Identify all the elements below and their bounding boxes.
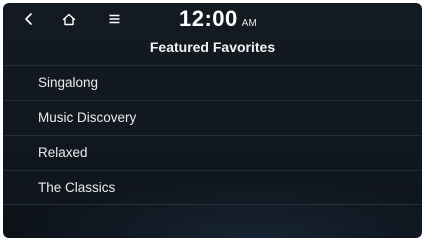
home-icon bbox=[62, 13, 76, 26]
clock-ampm: AM bbox=[241, 18, 257, 29]
list-item-label: Relaxed bbox=[38, 145, 88, 160]
list-item-label: The Classics bbox=[38, 180, 116, 195]
list-item-relaxed[interactable]: Relaxed bbox=[3, 135, 422, 170]
screen: 12:00 AM Featured Favorites Singalong Mu… bbox=[3, 3, 422, 238]
chevron-left-icon bbox=[24, 12, 34, 26]
menu-button[interactable] bbox=[100, 7, 128, 31]
clock-time: 12:00 bbox=[179, 6, 238, 31]
home-button[interactable] bbox=[55, 7, 83, 31]
page-title: Featured Favorites bbox=[149, 39, 276, 55]
list-item-label: Singalong bbox=[38, 75, 99, 90]
favorites-list: Singalong Music Discovery Relaxed The Cl… bbox=[3, 65, 422, 205]
list-item-the-classics[interactable]: The Classics bbox=[3, 170, 422, 205]
list-item-music-discovery[interactable]: Music Discovery bbox=[3, 100, 422, 135]
list-item-singalong[interactable]: Singalong bbox=[3, 65, 422, 100]
clock: 12:00 AM bbox=[179, 6, 257, 32]
menu-icon bbox=[109, 14, 120, 24]
status-bar: 12:00 AM bbox=[3, 3, 422, 35]
back-button[interactable] bbox=[15, 7, 43, 31]
list-item-label: Music Discovery bbox=[38, 110, 137, 125]
